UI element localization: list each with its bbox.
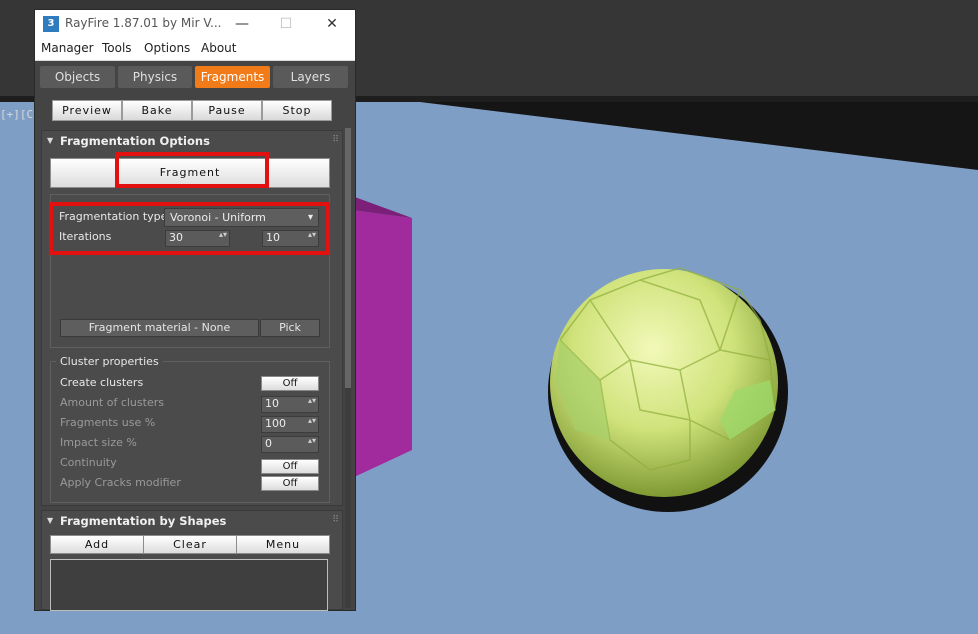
menu-tools[interactable]: Tools [102, 41, 132, 55]
preview-button[interactable]: Preview [52, 100, 122, 121]
title-bar[interactable]: 3 RayFire 1.87.01 by Mir V... — ☐ ✕ [35, 10, 355, 38]
collapse-arrow-icon: ▼ [47, 516, 54, 525]
shapes-menu-button[interactable]: Menu [236, 535, 330, 554]
pause-button[interactable]: Pause [192, 100, 262, 121]
fragmentation-by-shapes-rollout: ▼ Fragmentation by Shapes ⠿ Add Clear Me… [41, 510, 343, 611]
pick-button[interactable]: Pick [260, 319, 320, 337]
dark-wedge-shape [420, 102, 978, 170]
fragmentation-by-shapes-header[interactable]: ▼ Fragmentation by Shapes ⠿ [42, 511, 342, 531]
fragmentation-options-header[interactable]: ▼ Fragmentation Options ⠿ [42, 131, 342, 151]
continuity-toggle[interactable]: Off [261, 459, 319, 474]
impact-size-spinner[interactable]: 0 ▴▾ [261, 436, 319, 453]
spinner-arrows-icon[interactable]: ▴▾ [308, 417, 316, 425]
shapes-list[interactable] [50, 559, 328, 611]
apply-cracks-label: Apply Cracks modifier [60, 476, 181, 489]
menu-options[interactable]: Options [144, 41, 190, 55]
close-icon[interactable]: ✕ [317, 12, 347, 36]
add-shape-button[interactable]: Add [50, 535, 144, 554]
magenta-box-side [352, 210, 412, 478]
grip-icon: ⠿ [332, 515, 339, 525]
amount-of-clusters-spinner[interactable]: 10 ▴▾ [261, 396, 319, 413]
rayfire-window: 3 RayFire 1.87.01 by Mir V... — ☐ ✕ Mana… [34, 9, 356, 611]
maximize-icon[interactable]: ☐ [271, 12, 301, 36]
amount-of-clusters-value: 10 [265, 397, 279, 410]
tab-layers[interactable]: Layers [273, 66, 348, 88]
fragment-button-highlight [115, 152, 269, 188]
collapse-arrow-icon: ▼ [47, 136, 54, 145]
minimize-icon[interactable]: — [227, 12, 257, 36]
window-title: RayFire 1.87.01 by Mir V... [65, 16, 222, 30]
tab-physics[interactable]: Physics [118, 66, 192, 88]
fragments-use-label: Fragments use % [60, 416, 156, 429]
menu-about[interactable]: About [201, 41, 236, 55]
impact-size-value: 0 [265, 437, 272, 450]
stop-button[interactable]: Stop [262, 100, 332, 121]
fragments-use-value: 100 [265, 417, 286, 430]
tab-fragments[interactable]: Fragments [195, 66, 270, 88]
scrollbar-thumb[interactable] [345, 128, 351, 388]
fragmentation-settings-highlight [49, 202, 330, 255]
amount-of-clusters-label: Amount of clusters [60, 396, 164, 409]
menu-bar: Manager Tools Options About [35, 38, 355, 61]
rollout-title: Fragmentation Options [60, 134, 210, 148]
clear-shapes-button[interactable]: Clear [143, 535, 237, 554]
impact-size-label: Impact size % [60, 436, 137, 449]
create-clusters-toggle[interactable]: Off [261, 376, 319, 391]
grip-icon: ⠿ [332, 135, 339, 145]
spinner-arrows-icon[interactable]: ▴▾ [308, 397, 316, 405]
tab-objects[interactable]: Objects [40, 66, 115, 88]
continuity-label: Continuity [60, 456, 117, 469]
apply-cracks-toggle[interactable]: Off [261, 476, 319, 491]
menu-manager[interactable]: Manager [41, 41, 94, 55]
viewport-label[interactable]: [+][C [0, 108, 33, 121]
cluster-properties-title: Cluster properties [56, 355, 163, 368]
fragment-material-button[interactable]: Fragment material - None [60, 319, 259, 337]
rollout-title: Fragmentation by Shapes [60, 514, 227, 528]
spinner-arrows-icon[interactable]: ▴▾ [308, 437, 316, 445]
bake-button[interactable]: Bake [122, 100, 192, 121]
create-clusters-label: Create clusters [60, 376, 144, 389]
fragments-use-spinner[interactable]: 100 ▴▾ [261, 416, 319, 433]
max-app-icon: 3 [43, 16, 59, 32]
